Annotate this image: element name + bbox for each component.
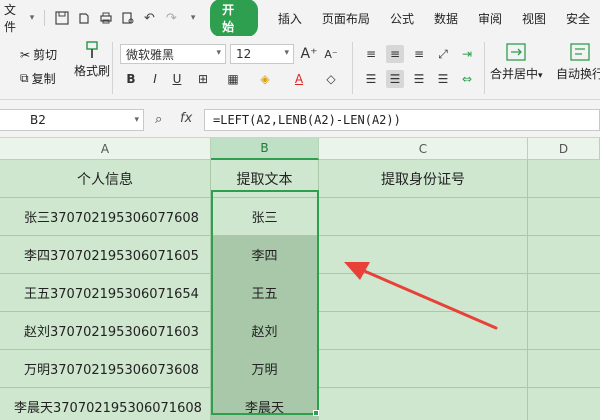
font-size-select[interactable]: 12 ▾ (230, 44, 294, 64)
tab-formulas[interactable]: 公式 (390, 10, 414, 27)
wrap-text-label: 自动换行 (556, 67, 600, 81)
font-color-icon[interactable]: A (290, 70, 308, 88)
orientation-icon[interactable]: ⤢ (434, 45, 452, 63)
paintbrush-icon (86, 41, 98, 58)
wrap-text-button[interactable]: 自动换行 (556, 42, 600, 82)
export-icon[interactable] (73, 7, 95, 29)
formula-input[interactable]: =LEFT(A2,LENB(A2)-LEN(A2)) (204, 109, 600, 131)
name-box[interactable]: B2 ▾ (0, 109, 144, 131)
chevron-down-icon[interactable]: ▾ (182, 7, 204, 29)
fill-color-icon[interactable]: ◈ (256, 70, 274, 88)
bold-icon[interactable]: B (122, 70, 140, 88)
divider (484, 42, 485, 94)
cell-reference: B2 (30, 113, 46, 127)
cut-label: 剪切 (33, 48, 58, 62)
align-right-icon[interactable]: ☰ (410, 70, 428, 88)
wrap-text-icon (570, 43, 590, 61)
divider (352, 42, 353, 94)
eraser-icon[interactable]: ◇ (322, 70, 340, 88)
font-size-value: 12 (236, 47, 252, 61)
font-name-select[interactable]: 微软雅黑 ▾ (120, 44, 226, 64)
copy-label: 复制 (31, 72, 56, 86)
scissors-icon: ✂ (20, 47, 31, 62)
zoom-search-icon[interactable]: ⌕ (155, 112, 162, 127)
format-painter-label: 格式刷 (74, 64, 111, 78)
file-menu-label: 文件 (4, 3, 17, 34)
copy-button[interactable]: ⧉ 复制 (20, 70, 56, 87)
chevron-down-icon: ▾ (216, 48, 221, 58)
tab-insert[interactable]: 插入 (278, 10, 302, 27)
chevron-down-icon: ▾ (538, 71, 543, 81)
ribbon: ✂ 剪切 ⧉ 复制 格式刷 微软雅黑 ▾ 12 ▾ A⁺ A⁻ B I U ⊞ … (0, 36, 600, 100)
increase-font-icon[interactable]: A⁺ (300, 45, 318, 63)
tab-review[interactable]: 审阅 (478, 10, 502, 27)
merge-cells-icon (506, 43, 526, 61)
align-left-icon[interactable]: ☰ (362, 70, 380, 88)
tab-security[interactable]: 安全 (566, 10, 590, 27)
align-bottom-icon[interactable]: ≡ (410, 45, 428, 63)
chevron-down-icon: ▾ (134, 115, 139, 125)
align-middle-icon[interactable]: ≡ (386, 45, 404, 63)
align-center-icon[interactable]: ☰ (386, 70, 404, 88)
save-icon[interactable] (51, 7, 73, 29)
chevron-down-icon: ▾ (29, 13, 35, 23)
file-menu[interactable]: 文件 ▾ (0, 1, 38, 35)
border-icon[interactable]: ⊞ (194, 70, 212, 88)
annotation-arrow (344, 262, 498, 330)
undo-icon[interactable]: ↶ (139, 7, 161, 29)
chevron-down-icon: ▾ (284, 48, 289, 58)
indent-icon[interactable]: ⇥ (458, 45, 476, 63)
merge-center-label: 合并居中▾ (490, 67, 543, 81)
font-name-value: 微软雅黑 (126, 47, 175, 62)
underline-icon[interactable]: U (168, 70, 186, 88)
align-top-icon[interactable]: ≡ (362, 45, 380, 63)
cut-button[interactable]: ✂ 剪切 (20, 46, 57, 63)
tab-view[interactable]: 视图 (522, 10, 546, 27)
tab-data[interactable]: 数据 (434, 10, 458, 27)
format-painter-button[interactable]: 格式刷 (74, 40, 110, 79)
divider (44, 10, 46, 26)
distributed-icon[interactable]: ⇔ (458, 70, 476, 88)
copy-icon: ⧉ (20, 71, 29, 85)
merge-center-button[interactable]: 合并居中▾ (490, 42, 543, 82)
formula-text: =LEFT(A2,LENB(A2)-LEN(A2)) (213, 113, 401, 127)
divider (112, 42, 113, 94)
fill-pattern-icon[interactable]: ▦ (224, 70, 242, 88)
print-icon[interactable] (95, 7, 117, 29)
italic-icon[interactable]: I (146, 70, 164, 88)
formula-bar: B2 ▾ ⌕ fx =LEFT(A2,LENB(A2)-LEN(A2)) (0, 101, 600, 138)
justify-icon[interactable]: ☰ (434, 70, 452, 88)
spreadsheet-grid: A B C D 个人信息 提取文本 提取身份证号 张三3707021953060… (0, 138, 600, 420)
redo-icon[interactable]: ↷ (160, 7, 182, 29)
decrease-font-icon[interactable]: A⁻ (322, 45, 340, 63)
print-preview-icon[interactable] (117, 7, 139, 29)
fx-icon[interactable]: fx (180, 111, 192, 126)
tab-start[interactable]: 开始 (210, 0, 258, 37)
tab-page-layout[interactable]: 页面布局 (322, 10, 370, 27)
menu-bar: 文件 ▾ ↶ ↷ ▾ 开始 插入 页面布局 公式 数据 审阅 视图 安全 (0, 0, 600, 37)
